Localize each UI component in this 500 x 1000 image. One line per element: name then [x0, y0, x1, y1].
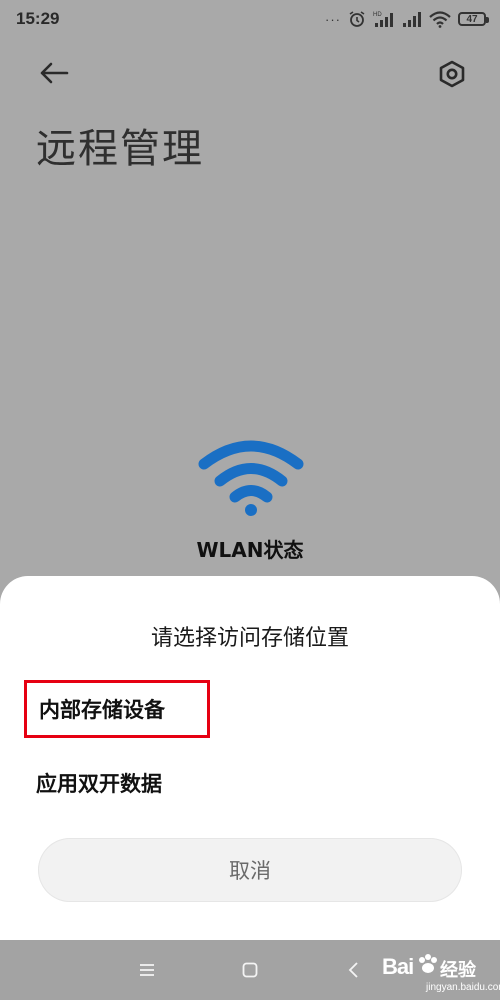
signal-icon	[402, 11, 422, 27]
page-title: 远程管理	[36, 126, 204, 172]
battery-icon: 47	[458, 12, 489, 26]
more-dots-icon: ···	[325, 11, 341, 27]
gear-hex-icon	[439, 60, 465, 88]
status-bar: 15:29 ··· HD 47	[0, 0, 500, 38]
svg-text:HD: HD	[373, 12, 382, 18]
alarm-icon	[348, 10, 366, 28]
storage-location-sheet: 请选择访问存储位置 内部存储设备 应用双开数据 取消	[0, 576, 500, 940]
nav-back-button[interactable]	[340, 958, 368, 982]
home-icon	[242, 962, 258, 978]
hd-signal-icon: HD	[373, 10, 395, 28]
wifi-status-icon	[429, 10, 451, 28]
sheet-title: 请选择访问存储位置	[150, 626, 349, 651]
watermark-logo: Bai	[382, 954, 414, 979]
nav-bar: Bai 经验 jingyan.baidu.com	[0, 940, 500, 1000]
status-time: 15:29	[16, 9, 60, 28]
status-icons: ··· HD 47	[325, 8, 489, 30]
nav-home-button[interactable]	[236, 958, 264, 982]
back-button[interactable]	[34, 56, 74, 90]
option-label: 应用双开数据	[36, 772, 162, 796]
wlan-wifi-icon	[196, 440, 306, 518]
watermark-text: 经验	[440, 960, 476, 981]
baidu-jingyan-watermark: Bai 经验 jingyan.baidu.com	[382, 946, 500, 998]
option-label: 内部存储设备	[39, 698, 165, 722]
back-chevron-icon	[348, 962, 358, 978]
arrow-left-icon	[40, 62, 69, 84]
paw-icon	[419, 954, 437, 973]
settings-button[interactable]	[434, 56, 470, 92]
watermark-url: jingyan.baidu.com	[426, 982, 500, 993]
option-internal-storage[interactable]: 内部存储设备	[24, 680, 210, 738]
wlan-status-label: WLAN状态	[196, 538, 304, 562]
nav-menu-button[interactable]	[133, 958, 161, 982]
menu-icon	[140, 964, 154, 976]
cancel-button[interactable]: 取消	[38, 838, 462, 902]
option-dual-app-data[interactable]: 应用双开数据	[36, 766, 162, 800]
